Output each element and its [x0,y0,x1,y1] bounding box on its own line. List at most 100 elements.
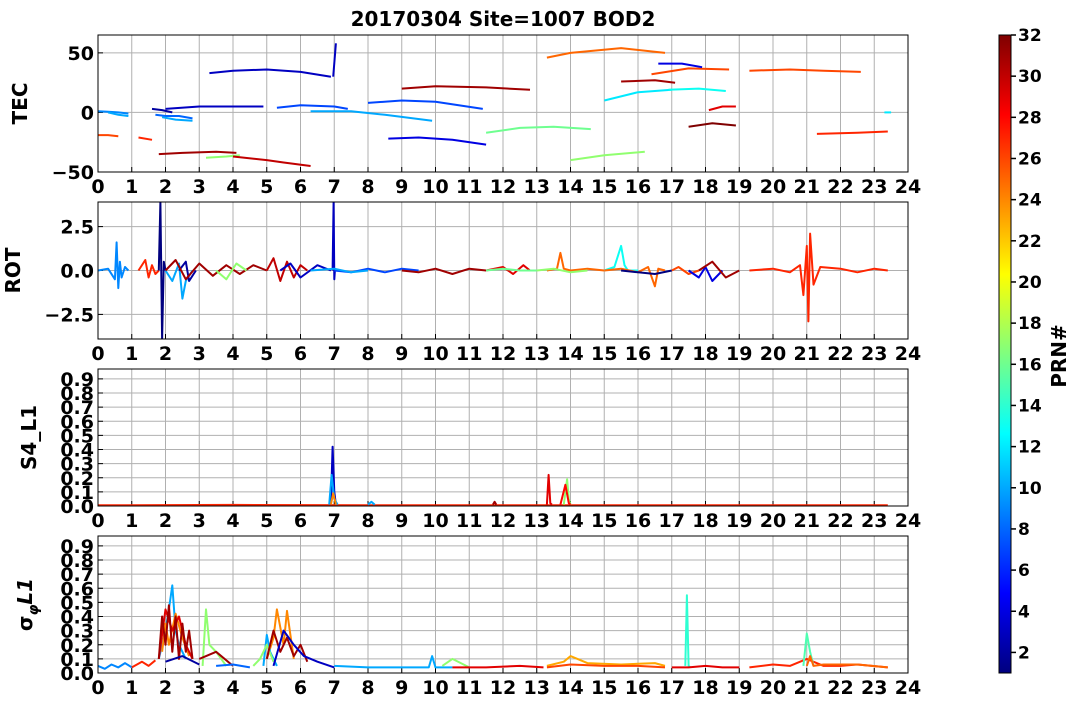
x-tick-label: 10 [422,176,448,198]
x-tick-label: 19 [726,510,752,532]
colorbar-tick-label: 2 [1018,643,1030,663]
colorbar-tick-label: 18 [1018,314,1042,334]
x-tick-label: 13 [524,677,550,699]
x-tick-label: 18 [692,343,718,365]
x-tick-label: 16 [625,677,651,699]
colorbar-tick-label: 22 [1018,232,1042,252]
x-tick-label: 22 [827,510,853,532]
x-tick-label: 5 [260,510,273,532]
x-tick-label: 12 [490,677,516,699]
x-tick-label: 1 [125,510,138,532]
x-tick-label: 4 [226,176,239,198]
colorbar-tick-label: 4 [1018,602,1030,622]
x-tick-label: 23 [861,176,887,198]
x-tick-label: 6 [294,343,307,365]
x-tick-label: 15 [591,677,617,699]
y-tick-label: 0 [81,102,94,124]
x-tick-label: 2 [159,343,172,365]
x-tick-label: 5 [260,343,273,365]
x-tick-label: 13 [524,176,550,198]
x-tick-label: 8 [361,677,374,699]
x-tick-label: 12 [490,176,516,198]
y-tick-label: 2.5 [60,217,94,239]
panel-1: 0 1 2 3 4 5 6 7 8 9 10 11 12 13 14 15 16 17 18 19 20 21 22 23 24… [8,34,921,198]
x-tick-label: 1 [125,677,138,699]
x-tick-label: 0 [91,343,104,365]
x-tick-label: 12 [490,343,516,365]
x-tick-label: 11 [456,510,482,532]
x-tick-label: 19 [726,677,752,699]
y-tick-label: 0.9 [60,369,94,391]
x-tick-label: 19 [726,343,752,365]
x-tick-label: 13 [524,510,550,532]
x-tick-label: 8 [361,510,374,532]
colorbar-tick-label: 28 [1018,108,1042,128]
x-tick-label: 9 [395,677,408,699]
x-tick-label: 7 [328,510,341,532]
x-tick-label: 18 [692,510,718,532]
panel-3: 0 1 2 3 4 5 6 7 8 9 10 11 12 13 14 15 16 17 18 19 20 21 22 23 24… [17,368,921,532]
series-line-prn-3 [331,202,336,281]
x-tick-label: 17 [659,343,685,365]
y-axis-label: TEC [8,83,32,125]
x-tick-label: 4 [226,510,239,532]
panels: 0 1 2 3 4 5 6 7 8 9 10 11 12 13 14 15 16 17 18 19 20 21 22 23 24… [1,34,921,699]
x-tick-label: 9 [395,176,408,198]
y-tick-label: 50 [68,43,94,65]
x-tick-label: 24 [895,176,921,198]
colorbar: 2468101214161820222426283032 PRN# [998,26,1071,674]
colorbar-tick-label: 14 [1018,396,1042,416]
x-tick-label: 12 [490,510,516,532]
panel-4: 0 1 2 3 4 5 6 7 8 9 10 11 12 13 14 15 16 17 18 19 20 21 22 23 24… [13,535,921,699]
x-tick-label: 10 [422,510,448,532]
colorbar-tick-label: 8 [1018,520,1030,540]
x-tick-label: 16 [625,176,651,198]
x-tick-label: 6 [294,510,307,532]
y-axis-label: S4_L1 [17,405,41,470]
x-tick-label: 11 [456,343,482,365]
x-tick-label: 24 [895,510,921,532]
x-tick-label: 3 [193,343,206,365]
x-tick-label: 14 [557,677,583,699]
x-tick-label: 8 [361,176,374,198]
x-tick-label: 19 [726,176,752,198]
y-tick-label: 0.9 [60,536,94,558]
x-tick-label: 10 [422,343,448,365]
x-tick-label: 8 [361,343,374,365]
x-tick-label: 2 [159,176,172,198]
y-tick-label: −50 [52,162,94,184]
x-tick-label: 15 [591,510,617,532]
x-tick-label: 6 [294,176,307,198]
x-tick-label: 14 [557,343,583,365]
colorbar-label: PRN# [1047,324,1071,388]
colorbar-tick-label: 24 [1018,191,1042,211]
x-tick-label: 21 [794,176,820,198]
x-tick-label: 3 [193,176,206,198]
x-tick-label: 9 [395,510,408,532]
x-tick-label: 2 [159,677,172,699]
x-tick-label: 5 [260,176,273,198]
x-tick-label: 3 [193,677,206,699]
chart-title: 20170304 Site=1007 BOD2 [351,7,656,31]
x-tick-label: 4 [226,343,239,365]
x-tick-label: 11 [456,176,482,198]
x-tick-label: 18 [692,677,718,699]
x-tick-label: 20 [760,176,786,198]
y-axis-label: ROT [1,247,25,293]
x-tick-label: 14 [557,176,583,198]
colorbar-ticks: 2468101214161820222426283032 [1011,26,1042,663]
x-tick-label: 22 [827,677,853,699]
x-tick-label: 17 [659,176,685,198]
x-tick-label: 1 [125,176,138,198]
x-tick-label: 17 [659,677,685,699]
colorbar-tick-label: 30 [1018,67,1042,87]
x-tick-label: 20 [760,510,786,532]
x-tick-label: 15 [591,343,617,365]
x-tick-label: 24 [895,343,921,365]
x-tick-label: 16 [625,343,651,365]
x-tick-label: 3 [193,510,206,532]
x-tick-label: 21 [794,343,820,365]
x-tick-label: 5 [260,677,273,699]
colorbar-tick-label: 12 [1018,438,1042,458]
x-tick-label: 24 [895,677,921,699]
